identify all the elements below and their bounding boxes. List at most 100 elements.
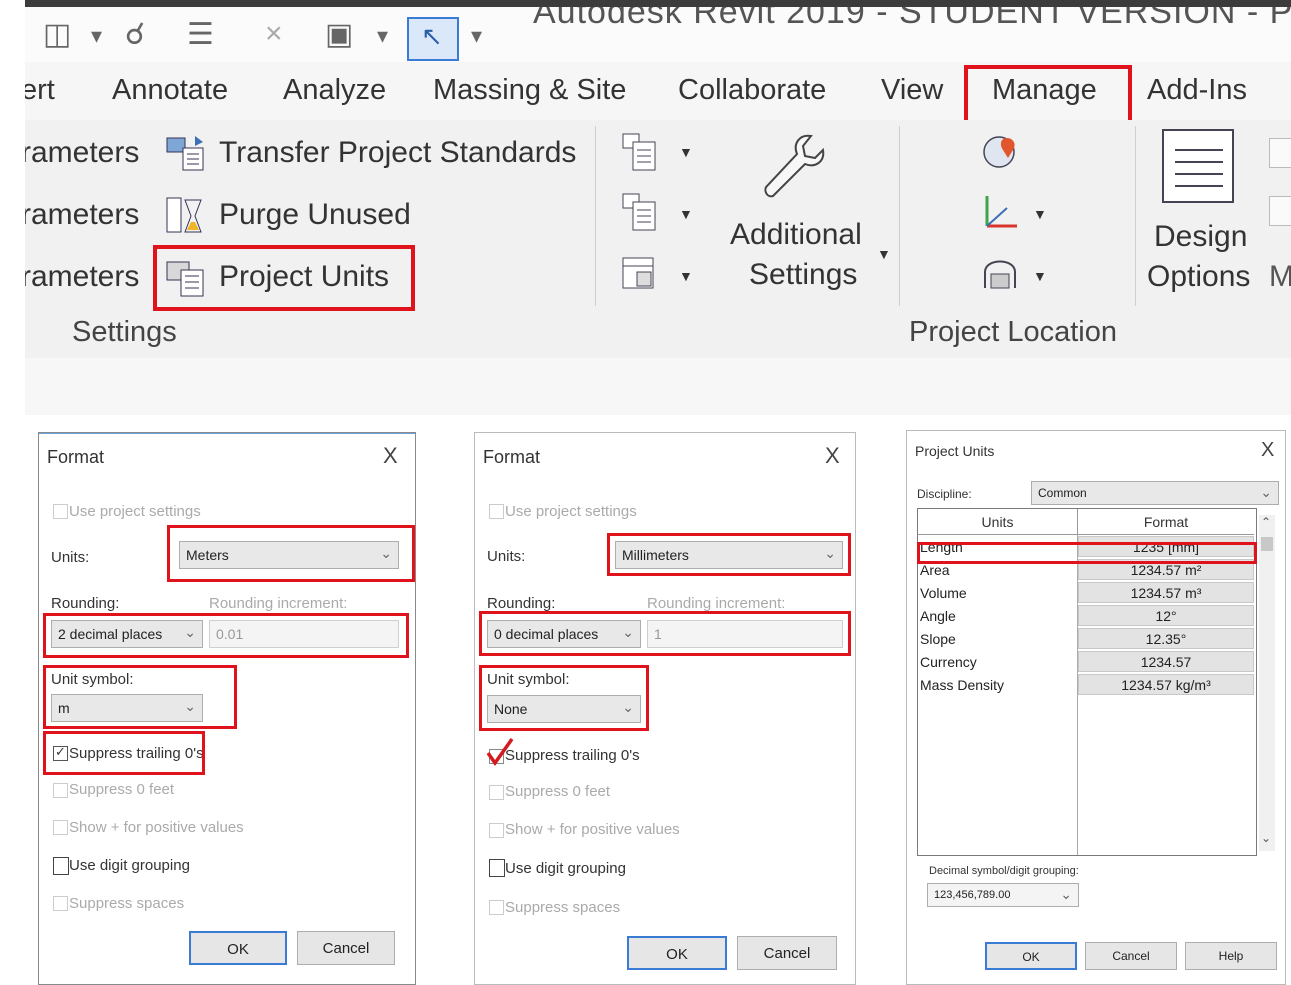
ok-button[interactable]: OK (627, 936, 727, 970)
purge-unused-button[interactable]: Purge Unused (219, 198, 411, 232)
highlight-suppress-trailing (43, 731, 205, 775)
digit-grouping-checkbox[interactable] (489, 859, 505, 877)
chevron-down-icon[interactable]: ▼ (679, 206, 693, 222)
table-scrollbar[interactable]: ⌃ ⌄ (1259, 515, 1275, 851)
close-icon[interactable]: X (1261, 439, 1274, 462)
dropdown-icon[interactable]: ▾ (471, 23, 482, 49)
table-row[interactable]: Volume 1234.57 m³ (918, 582, 1254, 605)
suppress-feet-checkbox[interactable] (489, 785, 504, 800)
suppress-spaces-label: Suppress spaces (69, 895, 185, 912)
discipline-label: Discipline: (917, 487, 972, 501)
add-to-set-icon[interactable] (1269, 196, 1291, 226)
materials-icon[interactable] (621, 132, 661, 174)
suppress-spaces-checkbox[interactable] (53, 896, 68, 911)
close-inactive-icon[interactable]: × (265, 17, 283, 51)
additional-settings-line2[interactable]: Settings (749, 258, 857, 292)
close-icon[interactable]: X (825, 443, 840, 469)
scrollbar-thumb[interactable] (1261, 537, 1273, 551)
ok-button[interactable]: OK (985, 942, 1077, 970)
rounding-increment-label: Rounding increment: (647, 595, 786, 612)
suppress-spaces-checkbox[interactable] (489, 900, 504, 915)
ok-button[interactable]: OK (189, 931, 287, 965)
help-button[interactable]: Help (1185, 942, 1277, 970)
transfer-project-standards-button[interactable]: Transfer Project Standards (219, 136, 576, 170)
highlight-manage-tab (964, 65, 1132, 127)
format-button[interactable]: 1234.57 m³ (1078, 582, 1254, 603)
format-button[interactable]: 1234.57 kg/m³ (1078, 674, 1254, 695)
use-project-settings-label: Use project settings (69, 503, 201, 520)
location-icon[interactable] (981, 132, 1025, 172)
modify-select-icon[interactable]: ↖ (407, 17, 459, 61)
pick-to-edit-icon[interactable] (1269, 138, 1291, 168)
dropdown-icon[interactable]: ▾ (377, 23, 388, 49)
design-options-line1[interactable]: Design (1154, 220, 1247, 254)
tab-analyze[interactable]: Analyze (283, 74, 386, 107)
project-parameters-label[interactable]: rameters (25, 136, 139, 170)
highlight-units (607, 533, 851, 576)
unit-name: Currency (920, 654, 977, 670)
unit-name: Angle (920, 608, 956, 624)
format-button[interactable]: 12.35° (1078, 628, 1254, 649)
cancel-button[interactable]: Cancel (737, 936, 837, 970)
discipline-select[interactable]: Common ⌄ (1031, 481, 1279, 505)
cancel-button[interactable]: Cancel (1085, 942, 1177, 970)
table-row[interactable]: Angle 12° (918, 605, 1254, 628)
format-button[interactable]: 1234.57 (1078, 651, 1254, 672)
global-parameters-label[interactable]: rameters (25, 260, 139, 294)
chevron-down-icon[interactable]: ▼ (1033, 206, 1047, 222)
design-options-icon[interactable] (1159, 128, 1239, 206)
chevron-down-icon[interactable]: ▼ (679, 268, 693, 284)
decimal-symbol-value: 123,456,789.00 (934, 889, 1011, 901)
scroll-up-icon[interactable]: ⌃ (1261, 515, 1271, 529)
column-header-units: Units (918, 509, 1078, 535)
panel-separator (595, 126, 596, 306)
units-label: Units: (487, 548, 526, 565)
dropdown-icon[interactable]: ▾ (91, 23, 102, 49)
project-location-panel-label: Project Location (909, 316, 1117, 348)
quick-access-toolbar: ◫ ▾ ☌ ☰ × ▣ ▾ ↖ ▾ Autodesk Revit 2019 - … (25, 0, 1291, 62)
chevron-down-icon[interactable]: ▼ (877, 246, 891, 262)
tab-collaborate[interactable]: Collaborate (678, 74, 826, 107)
tab-view[interactable]: View (881, 74, 943, 107)
align-icon[interactable]: ☰ (187, 17, 214, 52)
show-plus-checkbox[interactable] (53, 820, 68, 835)
switch-windows-icon[interactable]: ▣ (325, 17, 353, 52)
chevron-down-icon[interactable]: ▼ (679, 144, 693, 160)
additional-settings-line1[interactable]: Additional (730, 218, 862, 252)
table-row[interactable]: Slope 12.35° (918, 628, 1254, 651)
position-icon[interactable] (981, 254, 1025, 294)
scroll-down-icon[interactable]: ⌄ (1261, 831, 1271, 845)
use-project-settings-checkbox[interactable] (53, 504, 68, 519)
chevron-down-icon[interactable]: ▼ (1033, 268, 1047, 284)
suppress-feet-checkbox[interactable] (53, 783, 68, 798)
table-row[interactable]: Currency 1234.57 (918, 651, 1254, 674)
wrench-icon[interactable] (759, 130, 829, 204)
digit-grouping-checkbox[interactable] (53, 857, 69, 875)
coordinates-icon[interactable] (981, 192, 1025, 232)
close-icon[interactable]: X (383, 443, 398, 469)
cancel-button[interactable]: Cancel (297, 931, 395, 965)
shared-parameters-label[interactable]: rameters (25, 198, 139, 232)
main-model-label[interactable]: M (1269, 260, 1291, 294)
unit-name: Volume (920, 585, 967, 601)
format-button[interactable]: 12° (1078, 605, 1254, 626)
tab-insert[interactable]: ert (25, 74, 55, 107)
units-label: Units: (51, 549, 90, 566)
open-icon[interactable]: ◫ (43, 17, 71, 52)
object-styles-icon[interactable] (621, 192, 661, 234)
use-project-settings-checkbox[interactable] (489, 504, 504, 519)
tab-annotate[interactable]: Annotate (112, 74, 228, 107)
tab-massing-site[interactable]: Massing & Site (433, 74, 626, 107)
tab-add-ins[interactable]: Add-Ins (1147, 74, 1247, 107)
structural-settings-icon[interactable] (621, 254, 661, 296)
unit-name: Slope (920, 631, 956, 647)
highlight-length-row (917, 542, 1257, 564)
measure-icon[interactable]: ☌ (125, 17, 145, 52)
column-header-format: Format (1078, 509, 1254, 535)
decimal-symbol-label: Decimal symbol/digit grouping: (929, 865, 1079, 877)
decimal-symbol-select[interactable]: 123,456,789.00 ⌄ (927, 883, 1079, 907)
design-options-line2[interactable]: Options (1147, 260, 1250, 294)
show-plus-checkbox[interactable] (489, 823, 504, 838)
table-row[interactable]: Mass Density 1234.57 kg/m³ (918, 674, 1254, 697)
options-bar (25, 358, 1291, 415)
